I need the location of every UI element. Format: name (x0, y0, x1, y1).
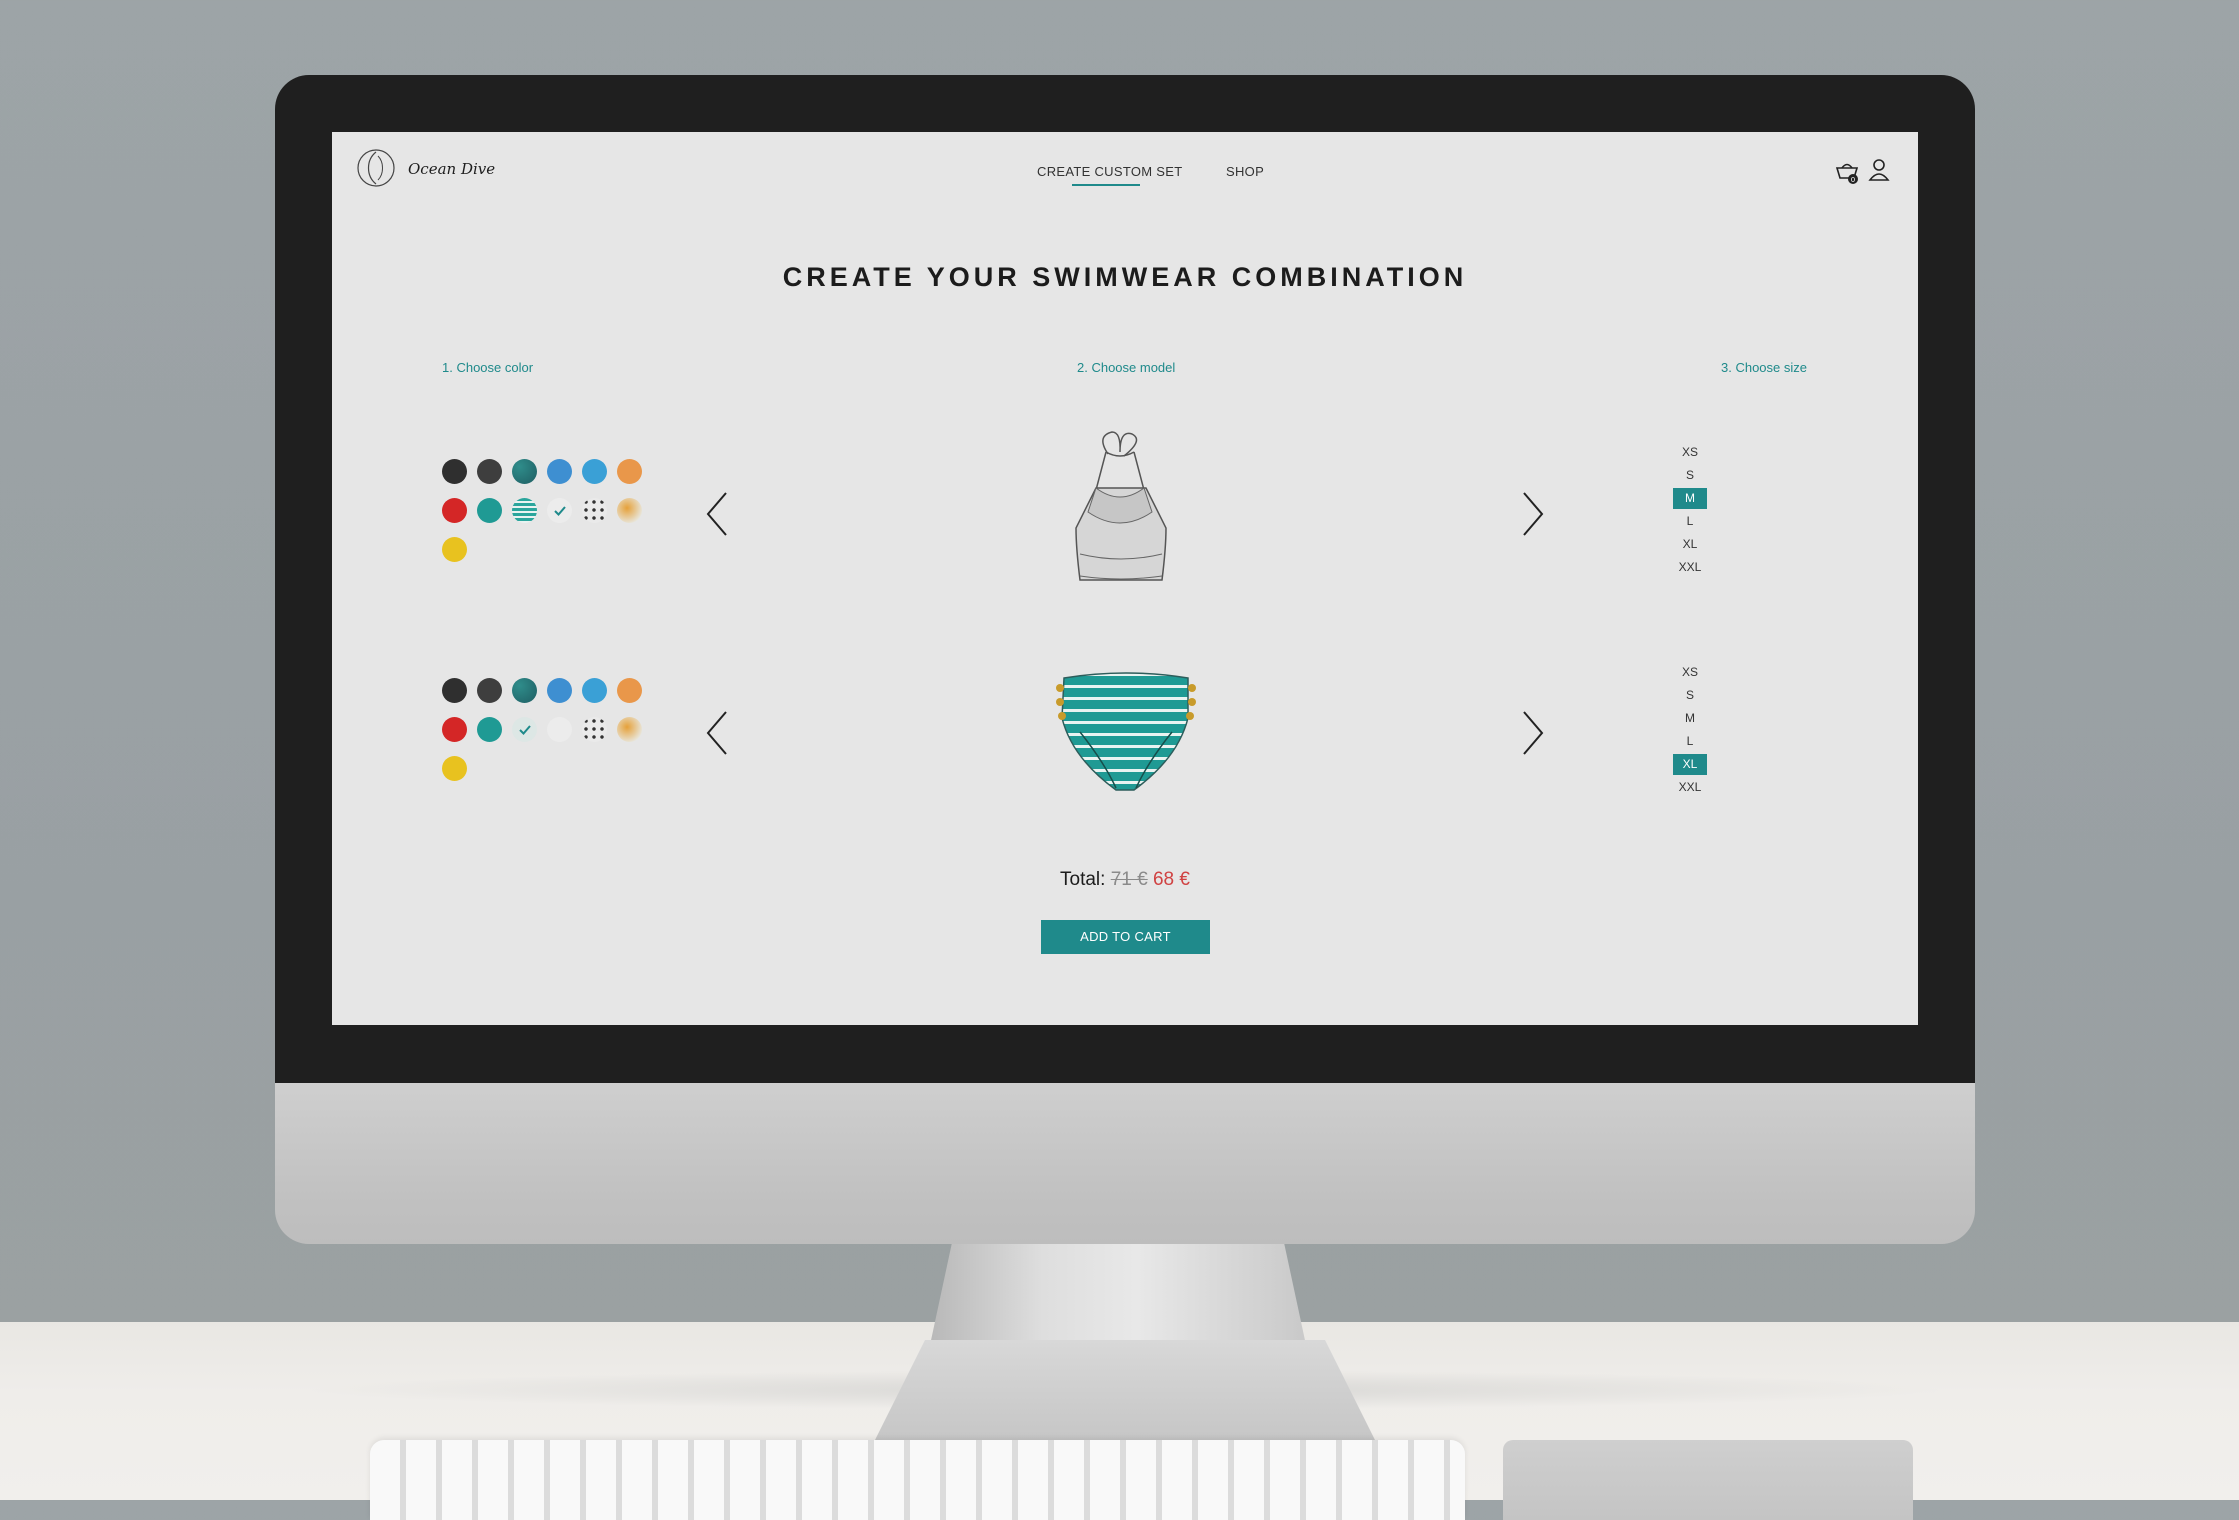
swatch-orange-pattern[interactable] (617, 717, 642, 742)
nav-create-custom-set[interactable]: CREATE CUSTOM SET (1037, 164, 1182, 179)
top-size-xxl[interactable]: XXL (1673, 557, 1707, 578)
step-choose-model: 2. Choose model (1077, 360, 1176, 375)
swatch-yellow[interactable] (442, 756, 467, 781)
monitor-chin (275, 1082, 1975, 1244)
add-to-cart-button[interactable]: ADD TO CART (1041, 920, 1210, 954)
screen: Ocean Dive CREATE CUSTOM SET SHOP 0 CREA… (332, 132, 1918, 1025)
step-choose-size: 3. Choose size (1721, 360, 1807, 375)
swatch-teal-stripes[interactable] (512, 498, 537, 523)
bottom-next-arrow-icon[interactable] (1518, 708, 1548, 758)
top-size-s[interactable]: S (1673, 465, 1707, 486)
cart-icon[interactable]: 0 (1834, 160, 1860, 186)
brand-name[interactable]: Ocean Dive (408, 160, 495, 178)
bottom-model-high-waist-stripes[interactable] (1044, 668, 1208, 798)
bottom-size-xs[interactable]: XS (1673, 662, 1707, 683)
new-price: 68 € (1152, 869, 1190, 890)
bottom-size-xxl[interactable]: XXL (1673, 777, 1707, 798)
swatch-teal-stripes-selected[interactable] (512, 717, 537, 742)
swatch-teal-leaf[interactable] (512, 459, 537, 484)
swatch-blue[interactable] (547, 678, 572, 703)
top-size-xs[interactable]: XS (1673, 442, 1707, 463)
swatch-red[interactable] (442, 717, 467, 742)
top-model-halter-sketch[interactable] (1050, 426, 1192, 592)
total-price: Total: 71 € 68 € (332, 869, 1918, 891)
bottom-size-l[interactable]: L (1673, 731, 1707, 752)
swatch-charcoal[interactable] (477, 678, 502, 703)
swatch-orange[interactable] (617, 678, 642, 703)
top-next-arrow-icon[interactable] (1518, 489, 1548, 539)
ocean-dive-logo-icon[interactable] (356, 148, 396, 188)
top-size-m-selected[interactable]: M (1673, 488, 1707, 509)
swatch-white-selected[interactable] (547, 498, 572, 523)
bottom-size-m[interactable]: M (1673, 708, 1707, 729)
bottom-size-xl-selected[interactable]: XL (1673, 754, 1707, 775)
user-icon[interactable] (1868, 158, 1890, 182)
bottom-prev-arrow-icon[interactable] (702, 708, 732, 758)
check-icon (553, 505, 566, 516)
swatch-white-dots[interactable] (582, 717, 607, 742)
trackpad (1503, 1440, 1913, 1520)
swatch-black[interactable] (442, 459, 467, 484)
page-title: CREATE YOUR SWIMWEAR COMBINATION (782, 262, 1468, 292)
swatch-orange-pattern[interactable] (617, 498, 642, 523)
swatch-charcoal[interactable] (477, 459, 502, 484)
top-size-xl[interactable]: XL (1673, 534, 1707, 555)
swatch-teal[interactable] (477, 717, 502, 742)
keyboard (370, 1440, 1465, 1520)
nav-active-underline (1072, 184, 1140, 186)
swatch-blue[interactable] (547, 459, 572, 484)
total-label: Total: (1060, 869, 1106, 890)
nav-shop[interactable]: SHOP (1226, 164, 1264, 179)
swatch-black[interactable] (442, 678, 467, 703)
bottom-size-list: XS S M L XL XXL (1673, 662, 1713, 794)
swatch-orange[interactable] (617, 459, 642, 484)
swatch-red[interactable] (442, 498, 467, 523)
svg-text:0: 0 (1851, 176, 1855, 184)
swatch-sky-blue[interactable] (582, 678, 607, 703)
top-prev-arrow-icon[interactable] (702, 489, 732, 539)
top-size-l[interactable]: L (1673, 511, 1707, 532)
check-icon (518, 724, 531, 735)
step-choose-color: 1. Choose color (442, 360, 534, 375)
top-color-swatches (442, 459, 652, 562)
swatch-yellow[interactable] (442, 537, 467, 562)
swatch-sky-blue[interactable] (582, 459, 607, 484)
swatch-teal[interactable] (477, 498, 502, 523)
bottom-size-s[interactable]: S (1673, 685, 1707, 706)
swatch-teal-leaf[interactable] (512, 678, 537, 703)
swatch-white[interactable] (547, 717, 572, 742)
monitor-stand (930, 1240, 1306, 1345)
monitor-stand-base (875, 1340, 1375, 1440)
old-price: 71 € (1110, 869, 1148, 890)
bottom-color-swatches (442, 678, 652, 781)
swatch-white-dots[interactable] (582, 498, 607, 523)
top-size-list: XS S M L XL XXL (1673, 442, 1713, 574)
